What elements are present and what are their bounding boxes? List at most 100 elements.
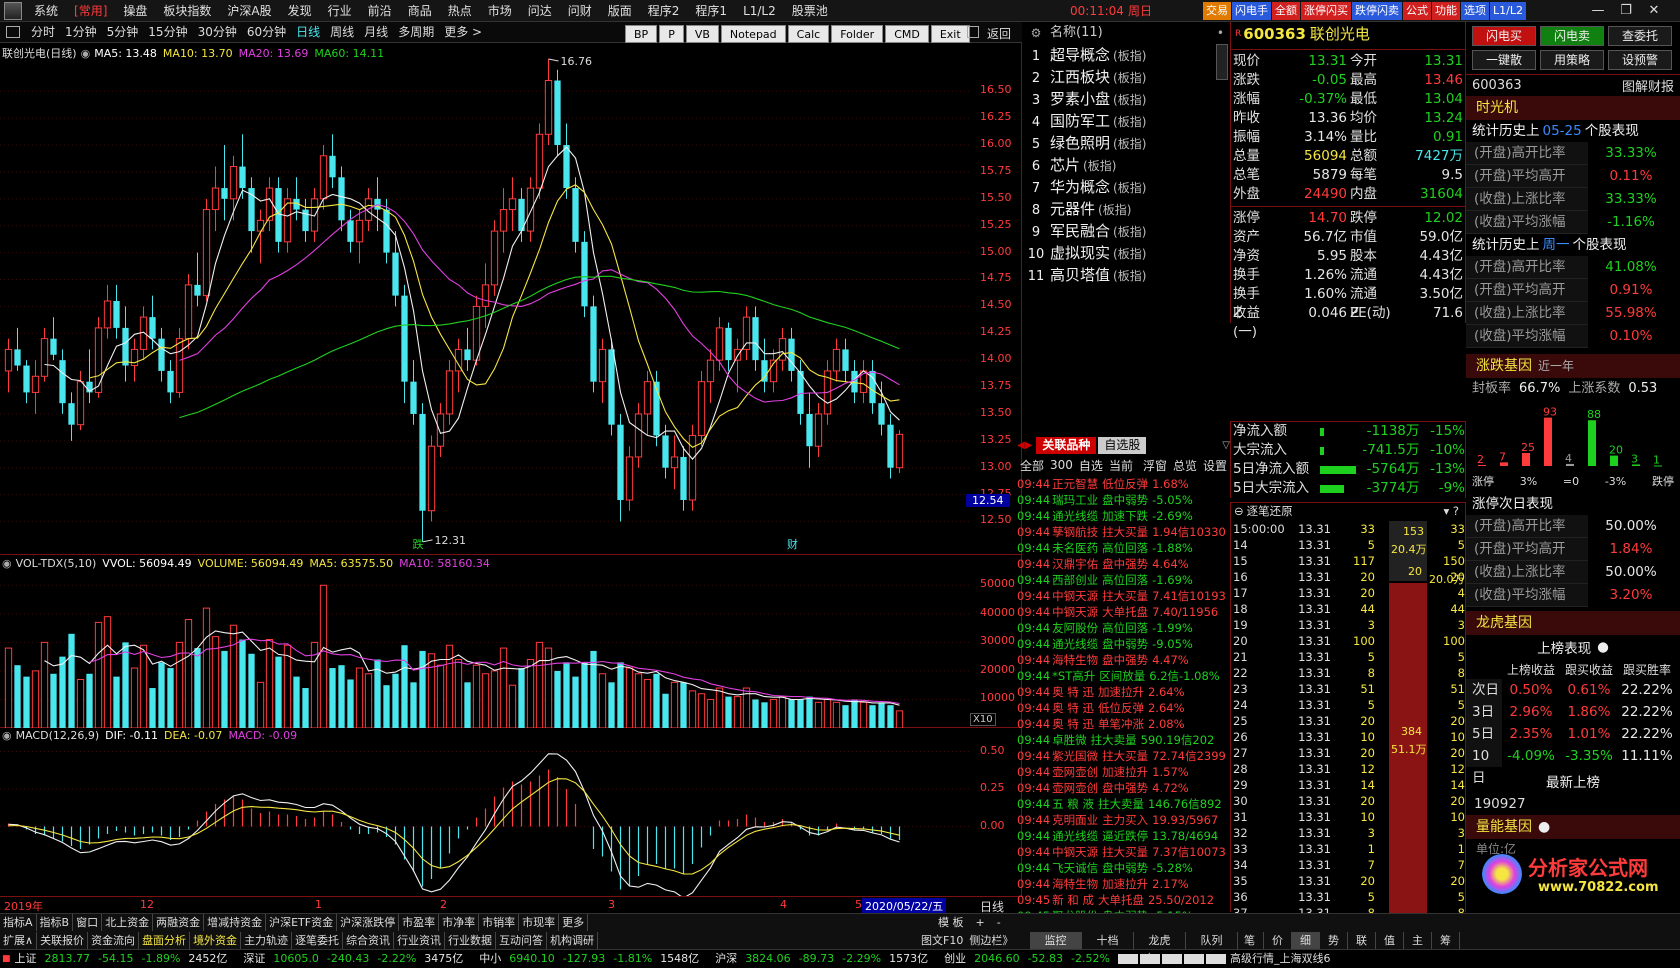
period-tab[interactable]: 周线 xyxy=(325,22,359,42)
indicator-tab[interactable]: 北上资金 xyxy=(102,914,154,931)
related-row[interactable]: 09:44 未名医药 高位回落 -1.88% xyxy=(1017,540,1230,556)
sector-item[interactable]: 4 国防军工 (板指) xyxy=(1022,110,1232,132)
tool-button[interactable]: Folder xyxy=(831,25,884,43)
hist-week-date[interactable]: 周一 xyxy=(1543,234,1570,256)
tool-button[interactable]: Calc xyxy=(787,25,830,43)
extension-tab[interactable]: 机构调研 xyxy=(547,931,599,949)
related-row[interactable]: 09:44 海特生物 盘中强势 4.47% xyxy=(1017,652,1230,668)
side-icon[interactable] xyxy=(967,26,979,38)
macd-panel[interactable]: ◉ MACD(12,26,9) DIF: -0.11 DEA: -0.07 MA… xyxy=(0,728,1022,896)
related-row[interactable]: 09:44 中钢天源 大单托盘 7.40/11956 xyxy=(1017,604,1230,620)
extension-tab[interactable]: 逐笔委托 xyxy=(292,931,344,949)
tool-button[interactable]: P xyxy=(659,25,684,43)
indicator-tab[interactable]: 市盈率 xyxy=(399,914,440,931)
sector-item[interactable]: 10 虚拟现实 (板指) xyxy=(1022,242,1232,264)
indicator-tab[interactable]: 指标A xyxy=(0,914,37,931)
indicator-tab[interactable]: 市净率 xyxy=(439,914,480,931)
sector-item[interactable]: 9 军民融合 (板指) xyxy=(1022,220,1232,242)
layout-icon[interactable] xyxy=(6,26,20,38)
period-tab[interactable]: 5分钟 xyxy=(102,22,144,42)
tool-button[interactable]: Exit xyxy=(930,25,970,43)
action-button[interactable]: 用策略 xyxy=(1540,50,1604,70)
menu-item[interactable]: 行业 xyxy=(320,0,360,22)
related-row[interactable]: 09:44 *ST高升 区间放量 6.2信-1.08% xyxy=(1017,668,1230,684)
report-link[interactable]: 图解财报 xyxy=(1622,76,1674,95)
sector-item[interactable]: 11 高贝塔值 (板指) xyxy=(1022,264,1232,286)
index-quote[interactable]: 深证 10605.0 -240.43 -2.22% 3475亿 xyxy=(239,950,467,968)
indicator-tab[interactable]: 沪深涨跌停 xyxy=(337,914,400,931)
related-row[interactable]: 09:44 海特生物 加速拉升 2.17% xyxy=(1017,876,1230,892)
tick-tab[interactable]: 笔 xyxy=(1236,931,1264,949)
back-button[interactable]: 返回 xyxy=(987,25,1011,42)
extension-tab[interactable]: 资金流向 xyxy=(88,931,140,949)
period-tab[interactable]: 1分钟 xyxy=(60,22,102,42)
sector-item[interactable]: 5 绿色照明 (板指) xyxy=(1022,132,1232,154)
monitor-tab[interactable]: 十档 xyxy=(1082,931,1134,949)
tick-tab[interactable]: 联 xyxy=(1348,931,1376,949)
related-filter[interactable]: 设置 xyxy=(1200,457,1230,474)
extension-tab[interactable]: 主力轨迹 xyxy=(241,931,293,949)
action-button[interactable]: 设预警 xyxy=(1608,50,1672,70)
extension-tab[interactable]: 行业资讯 xyxy=(394,931,446,949)
menu-item[interactable]: 程序2 xyxy=(640,0,688,22)
related-row[interactable]: 09:44 五 粮 液拄大卖量 146.76信892 xyxy=(1017,796,1230,812)
sector-item[interactable]: 1 超导概念 (板指) xyxy=(1022,44,1232,66)
main-chart-panel[interactable]: 联创光电(日线) ◉ MA5: 13.48 MA10: 13.70 MA20: … xyxy=(0,43,1022,555)
gear-icon[interactable]: ⚙ xyxy=(1022,22,1050,44)
related-row[interactable]: 09:44 中钢天源 拄大买量 7.37信10073 xyxy=(1017,844,1230,860)
extension-tab[interactable]: 综合资讯 xyxy=(343,931,395,949)
quick-tab[interactable]: 涨停闪买 xyxy=(1301,2,1351,20)
related-row[interactable]: 09:44 飞天诚信 盘中弱势 -5.28% xyxy=(1017,860,1230,876)
sidebar-toggle[interactable]: 侧边栏》 xyxy=(966,932,1016,949)
related-filter[interactable]: 总览 xyxy=(1170,457,1200,474)
action-button[interactable]: 查委托 xyxy=(1608,26,1672,46)
related-row[interactable]: 09:44 壶网壶创 加速拉升 1.57% xyxy=(1017,764,1230,780)
monitor-tab[interactable]: 龙虎 xyxy=(1134,931,1186,949)
related-filter[interactable]: 浮窗 xyxy=(1140,457,1170,474)
action-button[interactable]: 闪电买 xyxy=(1472,26,1536,46)
tool-button[interactable]: CMD xyxy=(885,25,929,43)
template-button[interactable]: + xyxy=(970,914,991,931)
tab-related[interactable]: 关联品种 xyxy=(1036,436,1097,454)
template-button[interactable]: 模 板 xyxy=(932,914,970,931)
period-tab[interactable]: 60分钟 xyxy=(242,22,291,42)
menu-item[interactable]: 程序1 xyxy=(687,0,735,22)
tick-tab[interactable]: 主 xyxy=(1404,931,1432,949)
index-quote[interactable]: 上证 2813.77 -54.15 -1.89% 2452亿 xyxy=(11,950,232,968)
related-row[interactable]: 09:44 卓胜微 拄大卖量 590.19信202 xyxy=(1017,732,1230,748)
info-icon[interactable]: ● xyxy=(1538,815,1550,839)
related-filter[interactable]: 当前 xyxy=(1106,457,1136,474)
extension-tab[interactable]: 互动问答 xyxy=(496,931,548,949)
sector-item[interactable]: 7 华为概念 (板指) xyxy=(1022,176,1232,198)
quick-tab[interactable]: 全额 xyxy=(1272,2,1300,20)
related-row[interactable]: 09:44 克明面业 主力买入 19.93/5967 xyxy=(1017,812,1230,828)
quick-tab[interactable]: 公式 xyxy=(1403,2,1431,20)
quick-tab[interactable]: 闪电手 xyxy=(1232,2,1271,20)
related-row[interactable]: 09:44 奥 特 迅加速拉升 2.64% xyxy=(1017,684,1230,700)
filter-icon[interactable]: ▾ ? xyxy=(1443,504,1459,518)
related-row[interactable]: 09:44 紫光国微 拄大买量 72.74信2399 xyxy=(1017,748,1230,764)
quick-tab[interactable]: 跌停闪卖 xyxy=(1352,2,1402,20)
minimize-icon[interactable]: — xyxy=(1584,0,1612,22)
menu-item[interactable]: [常用] xyxy=(66,0,115,22)
info-icon[interactable]: ● xyxy=(1597,639,1609,655)
indicator-tab[interactable]: 沪深ETF资金 xyxy=(266,914,338,931)
menu-item[interactable]: 发现 xyxy=(280,0,320,22)
volume-panel[interactable]: ◉ VOL-TDX(5,10) VVOL: 56094.49 VOLUME: 5… xyxy=(0,555,1022,728)
section-gene[interactable]: 涨跌基因 近一年 xyxy=(1466,354,1680,378)
menu-item[interactable]: 市场 xyxy=(480,0,520,22)
sidebar-toggle[interactable]: 图文F10 xyxy=(918,932,966,949)
sector-item[interactable]: 6 芯片 (板指) xyxy=(1022,154,1232,176)
sector-item[interactable]: 8 元器件 (板指) xyxy=(1022,198,1232,220)
period-tab[interactable]: 30分钟 xyxy=(193,22,242,42)
quick-tab[interactable]: 交易 xyxy=(1203,2,1231,20)
action-button[interactable]: 闪电卖 xyxy=(1540,26,1604,46)
related-filter[interactable]: 300 xyxy=(1047,458,1076,472)
sector-item[interactable]: 2 江西板块 (板指) xyxy=(1022,66,1232,88)
tab-watchlist[interactable]: 自选股 xyxy=(1098,436,1147,454)
index-quote[interactable]: 中小 6940.10 -127.93 -1.81% 1548亿 xyxy=(475,950,703,968)
menu-item[interactable]: 前沿 xyxy=(360,0,400,22)
menu-item[interactable]: 板块指数 xyxy=(155,0,219,22)
close-icon[interactable]: ✕ xyxy=(1640,0,1668,22)
menu-item[interactable]: 系统 xyxy=(26,0,66,22)
